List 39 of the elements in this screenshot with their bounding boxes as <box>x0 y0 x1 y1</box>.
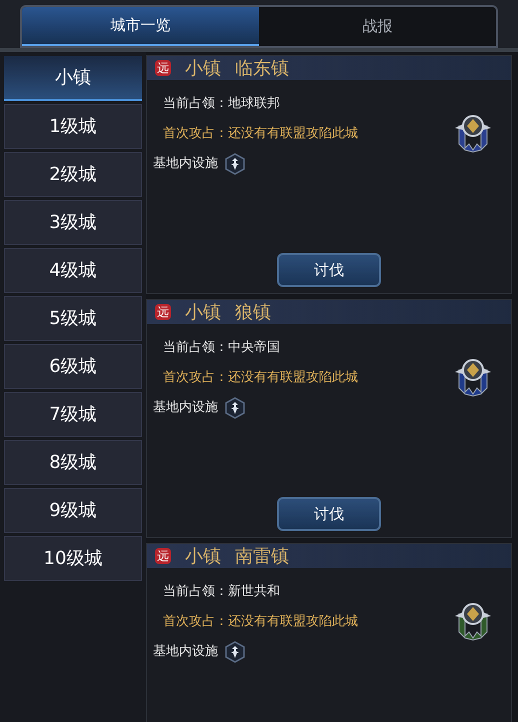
range-badge: 远 <box>155 548 171 564</box>
first-capture-text: 首次攻占：还没有有联盟攻陷此城 <box>162 612 359 630</box>
facilities-label: 基地内设施 <box>153 643 218 662</box>
sidebar-item[interactable]: 小镇 <box>4 56 142 101</box>
range-badge: 远 <box>155 60 171 76</box>
facilities-label: 基地内设施 <box>153 155 218 174</box>
occupant-label: 当前占领： <box>163 583 228 601</box>
occupant-value: 中央帝国 <box>228 339 280 357</box>
sidebar-item[interactable]: 4级城 <box>4 248 142 293</box>
facility-icon[interactable] <box>224 641 246 663</box>
sidebar-item[interactable]: 2级城 <box>4 152 142 197</box>
first-capture-text: 首次攻占：还没有有联盟攻陷此城 <box>162 124 359 142</box>
occupant-label: 当前占领： <box>163 339 228 357</box>
sidebar-item[interactable]: 6级城 <box>4 344 142 389</box>
attack-button[interactable]: 讨伐 <box>277 497 381 531</box>
range-badge: 远 <box>155 304 171 320</box>
facilities-label: 基地内设施 <box>153 399 218 418</box>
city-name: 临东镇 <box>235 56 289 80</box>
sidebar-item[interactable]: 8级城 <box>4 440 142 485</box>
sidebar-item[interactable]: 5级城 <box>4 296 142 341</box>
sidebar-item[interactable]: 1级城 <box>4 104 142 149</box>
occupant-value: 新世共和 <box>228 583 280 601</box>
sidebar-item[interactable]: 3级城 <box>4 200 142 245</box>
city-title: 小镇 <box>185 300 221 324</box>
sidebar-item[interactable]: 7级城 <box>4 392 142 437</box>
tab[interactable]: 城市一览 <box>22 7 259 46</box>
facility-icon[interactable] <box>224 397 246 419</box>
city-name: 狼镇 <box>235 300 271 324</box>
occupant-value: 地球联邦 <box>228 95 280 113</box>
city-title: 小镇 <box>185 56 221 80</box>
sidebar-item[interactable]: 10级城 <box>4 536 142 581</box>
attack-button[interactable]: 讨伐 <box>277 253 381 287</box>
city-name: 南雷镇 <box>235 544 289 568</box>
sidebar-item[interactable]: 9级城 <box>4 488 142 533</box>
first-capture-text: 首次攻占：还没有有联盟攻陷此城 <box>162 368 359 386</box>
city-title: 小镇 <box>185 544 221 568</box>
tab[interactable]: 战报 <box>259 7 496 46</box>
occupant-label: 当前占领： <box>163 95 228 113</box>
facility-icon[interactable] <box>224 153 246 175</box>
